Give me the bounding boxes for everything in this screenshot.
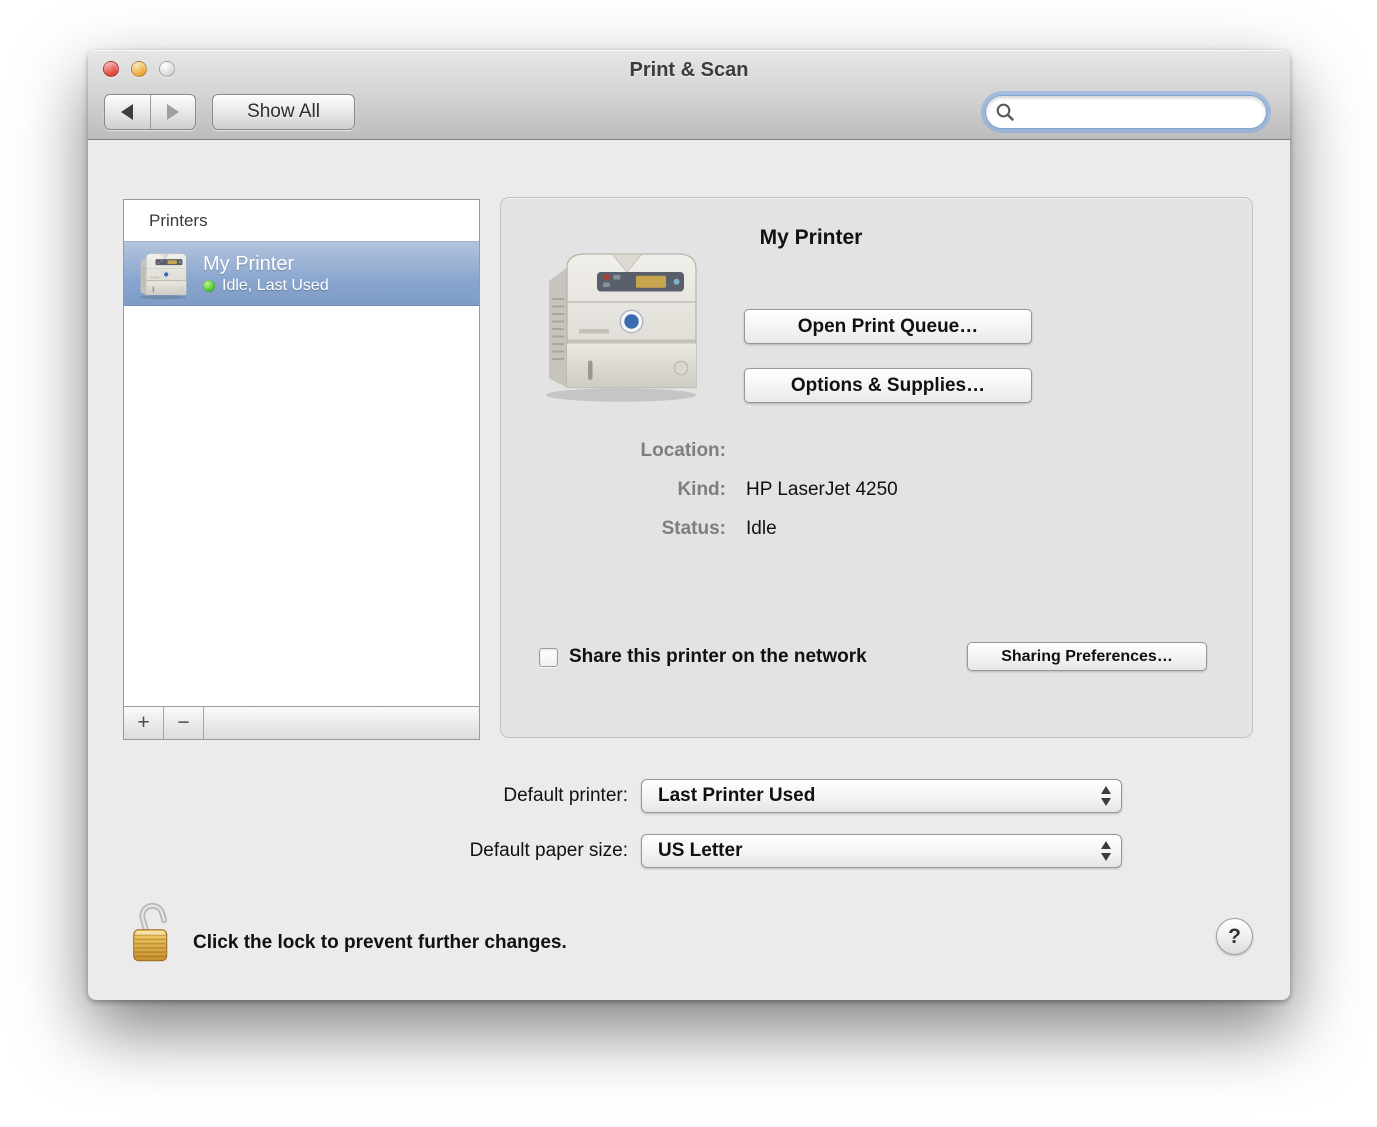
show-all-button[interactable]: Show All [212,94,355,130]
kind-value: HP LaserJet 4250 [746,479,898,501]
status-green-dot-icon [203,280,215,292]
default-printer-value: Last Printer Used [642,785,815,807]
titlebar[interactable]: Print & Scan Show All [88,50,1290,140]
lock-hint-text: Click the lock to prevent further change… [193,932,567,954]
default-paper-size-popup[interactable]: US Letter [641,834,1122,868]
popup-stepper-icon [1101,841,1111,861]
printer-photo [527,236,709,404]
share-printer-checkbox[interactable] [539,648,558,667]
info-row-location: Location: [501,440,1252,464]
printer-detail-pane: My Printer Open Print Queue… Options & S… [500,197,1253,738]
printer-list-item-my-printer[interactable]: My Printer Idle, Last Used [124,241,479,306]
print-and-scan-window: Print & Scan Show All Printers My Printe… [88,50,1290,1000]
remove-printer-button[interactable]: − [164,707,204,739]
default-printer-label: Default printer: [328,779,628,813]
info-row-status: Status: Idle [501,518,1252,542]
back-forward-control [104,94,196,130]
search-field-wrap [985,95,1267,129]
status-label: Status: [501,518,726,540]
forward-icon [167,104,179,120]
search-input[interactable] [985,95,1267,129]
kind-label: Kind: [501,479,726,501]
forward-button[interactable] [151,95,196,129]
add-printer-button[interactable]: + [124,707,164,739]
popup-stepper-icon [1101,786,1111,806]
selected-printer-name: My Printer [661,226,961,250]
share-printer-row: Share this printer on the network [539,642,867,672]
location-label: Location: [501,440,726,462]
info-row-kind: Kind: HP LaserJet 4250 [501,479,1252,503]
printer-thumbnail-icon [133,248,191,300]
printer-name: My Printer [203,252,329,276]
list-actions-bar: + − [124,706,479,739]
printers-list: Printers My Printer Idle, Last Used + − [123,199,480,740]
printers-list-header: Printers [124,200,479,241]
back-icon [121,104,133,120]
page-title: Print & Scan [88,59,1290,82]
open-print-queue-button[interactable]: Open Print Queue… [744,309,1032,344]
sharing-preferences-button[interactable]: Sharing Preferences… [967,642,1207,671]
unlocked-padlock-icon[interactable] [130,900,180,966]
default-printer-popup[interactable]: Last Printer Used [641,779,1122,813]
back-button[interactable] [105,95,151,129]
share-printer-label: Share this printer on the network [569,646,867,668]
status-value: Idle [746,518,777,540]
default-paper-size-label: Default paper size: [328,834,628,868]
options-supplies-button[interactable]: Options & Supplies… [744,368,1032,403]
help-button[interactable]: ? [1216,918,1253,955]
printer-status: Idle, Last Used [203,276,329,295]
printer-status-text: Idle, Last Used [222,276,329,295]
default-paper-size-value: US Letter [642,840,742,862]
